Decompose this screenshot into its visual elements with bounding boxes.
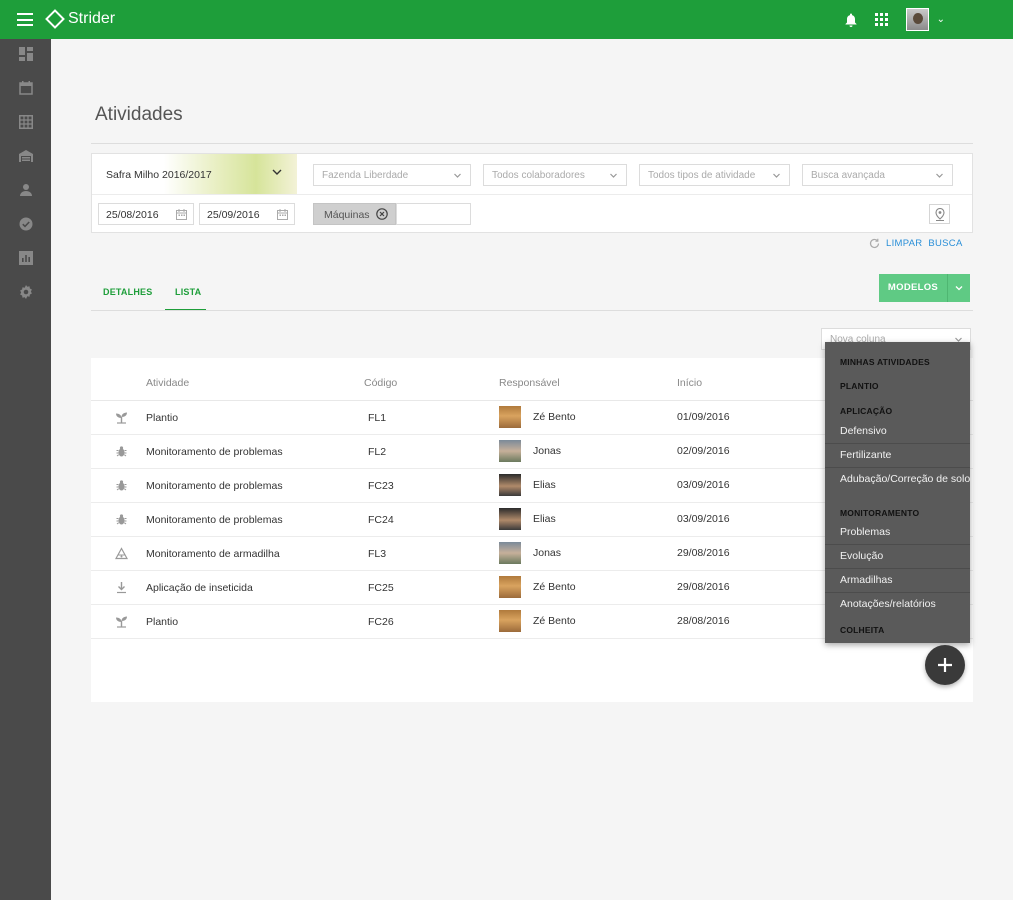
chevron-down-icon xyxy=(773,173,780,178)
column-header-code[interactable]: Código xyxy=(364,377,397,389)
avatar xyxy=(499,610,521,632)
top-bar: Strider ⌄ xyxy=(0,0,1013,39)
chevron-down-icon xyxy=(936,173,943,178)
close-circle-icon[interactable] xyxy=(376,208,388,220)
calendar-icon[interactable] xyxy=(176,209,187,220)
avatar xyxy=(499,576,521,598)
report-chart-icon[interactable] xyxy=(19,251,33,265)
menu-divider xyxy=(825,568,970,569)
spray-icon xyxy=(115,581,128,594)
filter-panel: Safra Milho 2016/2017 Fazenda Liberdade … xyxy=(91,153,973,233)
dashboard-icon[interactable] xyxy=(19,47,33,61)
strider-logo-icon xyxy=(45,9,65,29)
menu-item-adubacao[interactable]: Adubação/Correção de solo xyxy=(840,473,970,485)
machines-filter-chip: Máquinas xyxy=(313,203,396,225)
avatar xyxy=(499,474,521,496)
menu-item-armadilhas[interactable]: Armadilhas xyxy=(840,574,893,586)
add-activity-button[interactable] xyxy=(925,645,965,685)
refresh-icon xyxy=(869,238,880,249)
tabs-divider xyxy=(91,310,973,311)
advanced-search-select[interactable]: Busca avançada xyxy=(802,164,953,186)
avatar xyxy=(499,508,521,530)
tab-detalhes[interactable]: DETALHES xyxy=(103,287,152,297)
grid-icon[interactable] xyxy=(19,115,33,129)
models-button[interactable]: MODELOS xyxy=(879,274,947,302)
plus-icon xyxy=(938,658,952,672)
menu-item-colheita[interactable]: COLHEITA xyxy=(840,625,884,635)
warehouse-icon[interactable] xyxy=(19,149,33,163)
collaborators-select[interactable]: Todos colaboradores xyxy=(483,164,627,186)
apps-grid-icon[interactable] xyxy=(874,13,888,26)
menu-item-my-activities[interactable]: MINHAS ATIVIDADES xyxy=(840,357,930,367)
gear-icon[interactable] xyxy=(19,285,33,299)
models-dropdown-toggle[interactable] xyxy=(948,274,970,302)
bug-icon xyxy=(115,513,128,526)
chevron-down-icon[interactable]: ⌄ xyxy=(937,14,945,25)
menu-section-monitoramento: MONITORAMENTO xyxy=(840,508,920,518)
column-header-activity[interactable]: Atividade xyxy=(146,377,189,389)
bug-icon xyxy=(115,445,128,458)
sprout-icon xyxy=(115,411,128,424)
avatar xyxy=(499,406,521,428)
sidebar xyxy=(0,39,51,900)
menu-item-defensivo[interactable]: Defensivo xyxy=(840,425,887,437)
calendar-icon[interactable] xyxy=(277,209,288,220)
app-name: Strider xyxy=(68,10,116,27)
menu-item-problemas[interactable]: Problemas xyxy=(840,526,890,538)
user-avatar[interactable] xyxy=(905,8,929,31)
menu-section-aplicacao: APLICAÇÃO xyxy=(840,406,893,416)
new-activity-menu: MINHAS ATIVIDADES PLANTIO APLICAÇÃO Defe… xyxy=(825,342,970,643)
avatar xyxy=(499,440,521,462)
activity-types-select[interactable]: Todos tipos de atividade xyxy=(639,164,790,186)
hamburger-menu-icon[interactable] xyxy=(17,13,33,26)
check-circle-icon[interactable] xyxy=(19,217,33,231)
menu-divider xyxy=(825,467,970,468)
chevron-down-icon xyxy=(610,173,617,178)
app-logo[interactable]: Strider xyxy=(45,9,116,29)
menu-item-fertilizante[interactable]: Fertilizante xyxy=(840,449,891,461)
menu-item-evolucao[interactable]: Evolução xyxy=(840,550,883,562)
map-pin-icon xyxy=(935,208,945,221)
chevron-down-icon xyxy=(454,173,461,178)
chevron-down-icon xyxy=(955,286,963,291)
title-divider xyxy=(91,143,973,144)
column-header-start[interactable]: Início xyxy=(677,377,702,389)
avatar xyxy=(499,542,521,564)
date-from-field[interactable]: 25/08/2016 xyxy=(98,203,194,225)
chevron-down-icon xyxy=(272,169,282,175)
sprout-icon xyxy=(115,615,128,628)
season-selector[interactable]: Safra Milho 2016/2017 xyxy=(92,154,297,194)
person-icon[interactable] xyxy=(19,183,33,197)
calendar-icon[interactable] xyxy=(19,81,33,95)
menu-item-anotacoes[interactable]: Anotações/relatórios xyxy=(840,598,936,610)
filter-divider xyxy=(92,194,972,195)
tab-lista[interactable]: LISTA xyxy=(175,287,201,297)
chip-input-field[interactable] xyxy=(396,203,471,225)
menu-item-plantio[interactable]: PLANTIO xyxy=(840,381,879,391)
models-split-button: MODELOS xyxy=(879,274,970,302)
season-label: Safra Milho 2016/2017 xyxy=(106,169,212,181)
map-pin-button[interactable] xyxy=(929,204,950,224)
bell-icon[interactable] xyxy=(845,13,857,27)
menu-divider xyxy=(825,544,970,545)
menu-divider xyxy=(825,592,970,593)
clear-search-link[interactable]: LIMPAR BUSCA xyxy=(869,238,963,249)
bug-icon xyxy=(115,479,128,492)
column-header-responsible[interactable]: Responsável xyxy=(499,377,560,389)
farm-select[interactable]: Fazenda Liberdade xyxy=(313,164,471,186)
menu-divider xyxy=(825,443,970,444)
page-title: Atividades xyxy=(95,104,183,125)
date-to-field[interactable]: 25/09/2016 xyxy=(199,203,295,225)
trap-icon xyxy=(115,547,128,560)
